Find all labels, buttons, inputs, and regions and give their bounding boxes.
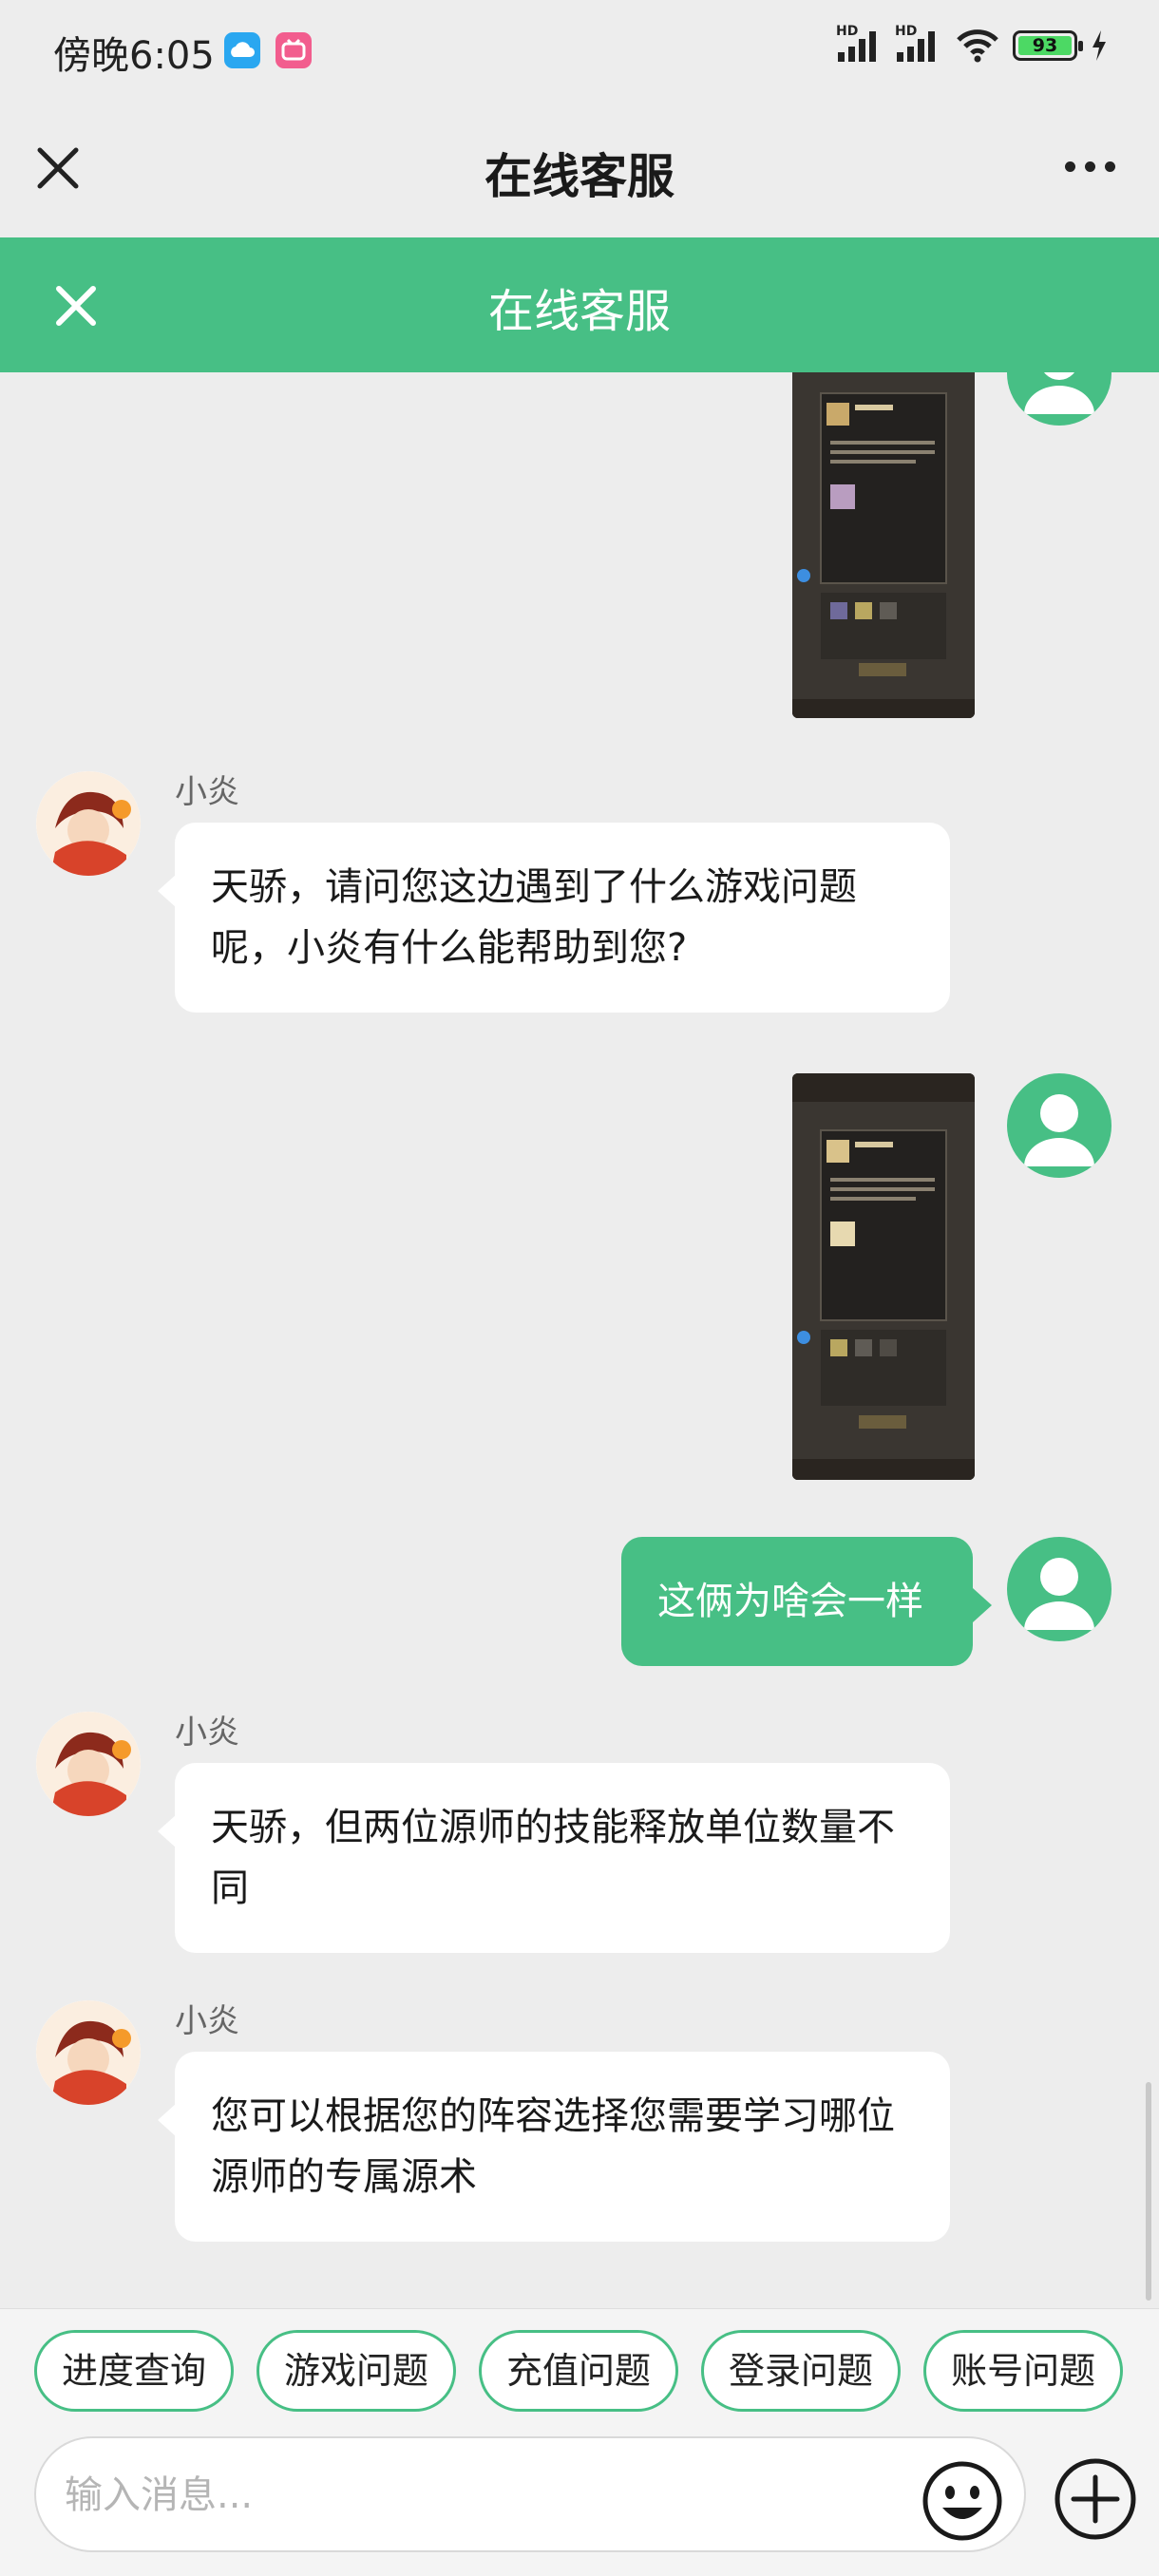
message-bubble[interactable]: 您可以根据您的阵容选择您需要学习哪位源师的专属源术 [158,2052,950,2242]
bot-avatar [36,2000,141,2105]
charging-icon [1092,30,1106,61]
scrollbar[interactable] [1146,2082,1151,2301]
cloud-app-icon [224,32,260,68]
status-indicators: HD HD 93 [836,24,1108,63]
quick-reply-recharge[interactable]: 充值问题 [479,2330,679,2412]
quick-reply-progress[interactable]: 进度查询 [34,2330,235,2412]
message-bubble[interactable]: 天骄，但两位源师的技能释放单位数量不同 [158,1763,950,1953]
message-input[interactable] [65,2457,920,2533]
sender-name: 小炎 [175,2002,239,2040]
battery-icon: 93 [1013,30,1083,61]
message-bubble[interactable]: 天骄，请问您这边遇到了什么游戏问题呢，小炎有什么能帮助到您? [158,823,950,1013]
sender-name: 小炎 [175,773,239,811]
bilibili-app-icon [276,32,312,68]
quick-reply-game[interactable]: 游戏问题 [256,2330,457,2412]
add-icon[interactable] [1053,2456,1138,2542]
user-avatar [1007,1537,1112,1641]
bot-avatar [36,771,141,876]
image-message[interactable] [792,372,975,718]
signal-icon: HD [895,24,942,62]
sender-name: 小炎 [175,1714,239,1752]
user-avatar [1007,372,1112,426]
more-options-icon[interactable] [1065,161,1115,172]
quick-reply-account[interactable]: 账号问题 [923,2330,1124,2412]
quick-reply-login[interactable]: 登录问题 [701,2330,902,2412]
signal-icon: HD [836,24,884,62]
quick-reply-bar: 进度查询 游戏问题 充值问题 登录问题 账号问题 [34,2330,1124,2412]
status-time: 傍晚6:05 [53,34,215,78]
message-input-box[interactable] [34,2436,1026,2552]
top-navigation-bar: 在线客服 [0,101,1159,237]
service-header: 在线客服 [0,237,1159,372]
bot-avatar [36,1712,141,1816]
user-avatar [1007,1073,1112,1178]
wifi-icon [957,29,998,63]
battery-level: 93 [1018,35,1072,56]
message-bubble[interactable]: 这俩为啥会一样 [621,1537,992,1666]
status-bar: 傍晚6:05 HD HD 93 [0,0,1159,101]
service-title: 在线客服 [487,285,671,338]
image-message[interactable] [792,1073,975,1480]
page-title: 在线客服 [484,149,674,204]
chat-message-list[interactable]: 小炎 天骄，请问您这边遇到了什么游戏问题呢，小炎有什么能帮助到您? 这俩为啥会一… [0,372,1159,2308]
emoji-icon[interactable] [922,2460,1003,2542]
